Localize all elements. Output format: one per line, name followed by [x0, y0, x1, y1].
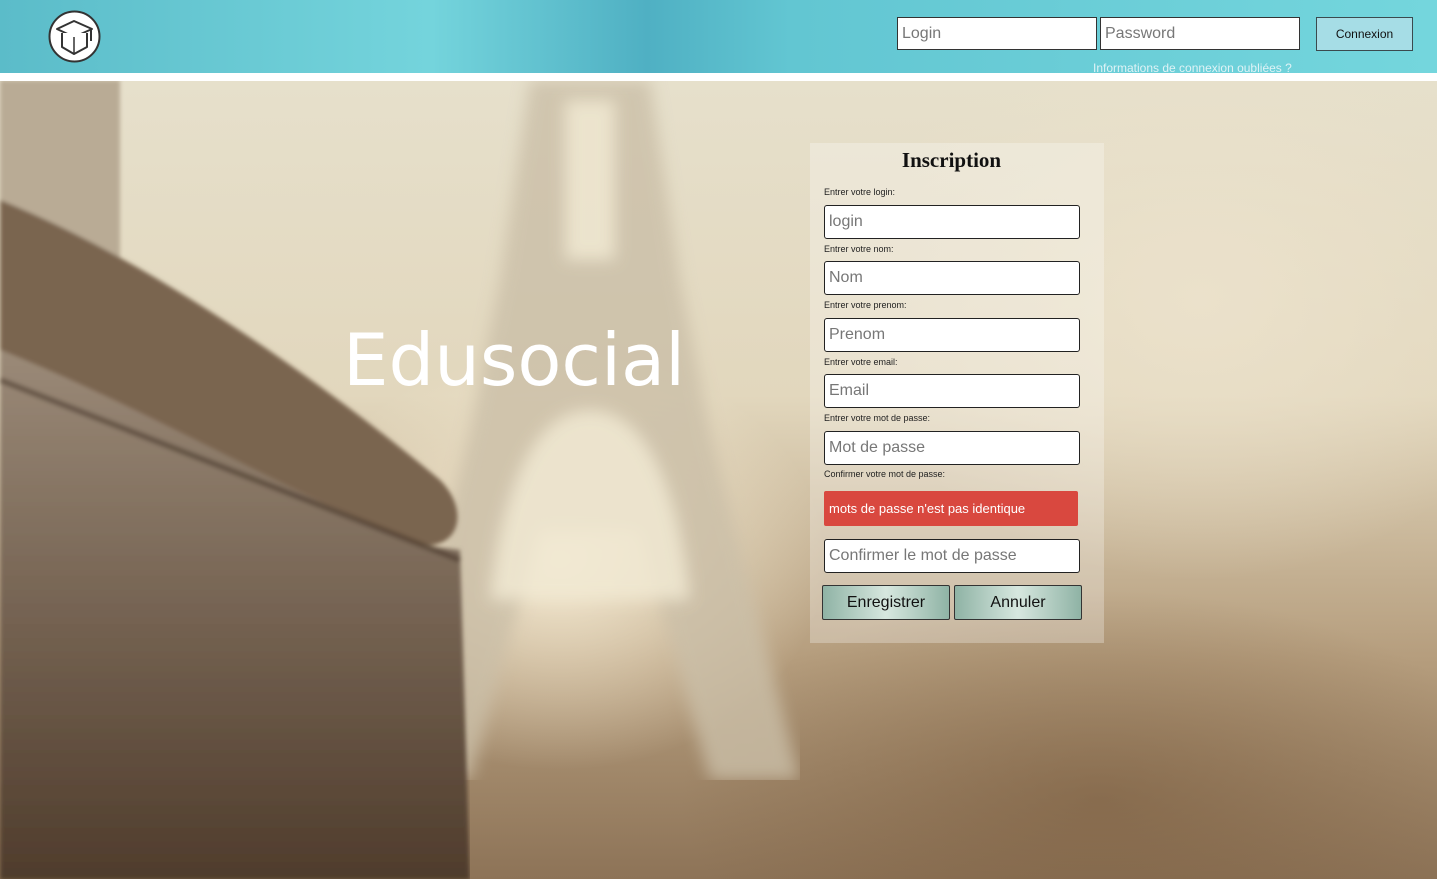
page: Connexion Informations de connexion oubl… [0, 0, 1437, 879]
header-login-input[interactable] [897, 17, 1097, 50]
email-label: Entrer votre email: [824, 357, 898, 367]
brand-title: Edusocial [343, 318, 686, 402]
password-mismatch-error: mots de passe n'est pas identique [824, 491, 1078, 526]
register-confirm-password-input[interactable] [824, 539, 1080, 573]
form-title: Inscription [901, 148, 1002, 172]
graduation-cap-icon[interactable] [47, 9, 102, 64]
register-nom-input[interactable] [824, 261, 1080, 295]
nom-label: Entrer votre nom: [824, 244, 894, 254]
cancel-button[interactable]: Annuler [954, 585, 1082, 620]
forgot-credentials-link[interactable]: Informations de connexion oubliées ? [1093, 61, 1292, 75]
connexion-button[interactable]: Connexion [1316, 17, 1413, 51]
register-email-input[interactable] [824, 374, 1080, 408]
password-label: Entrer votre mot de passe: [824, 413, 931, 423]
register-password-input[interactable] [824, 431, 1080, 465]
register-prenom-input[interactable] [824, 318, 1080, 352]
header-password-input[interactable] [1100, 17, 1300, 50]
background-photo [0, 0, 1437, 879]
prenom-label: Entrer votre prenom: [824, 300, 907, 310]
confirm-password-label: Confirmer votre mot de passe: [824, 469, 946, 479]
register-login-input[interactable] [824, 205, 1080, 239]
stone-wall-foreground [0, 80, 470, 879]
login-label: Entrer votre login: [824, 187, 896, 197]
save-button[interactable]: Enregistrer [822, 585, 950, 620]
